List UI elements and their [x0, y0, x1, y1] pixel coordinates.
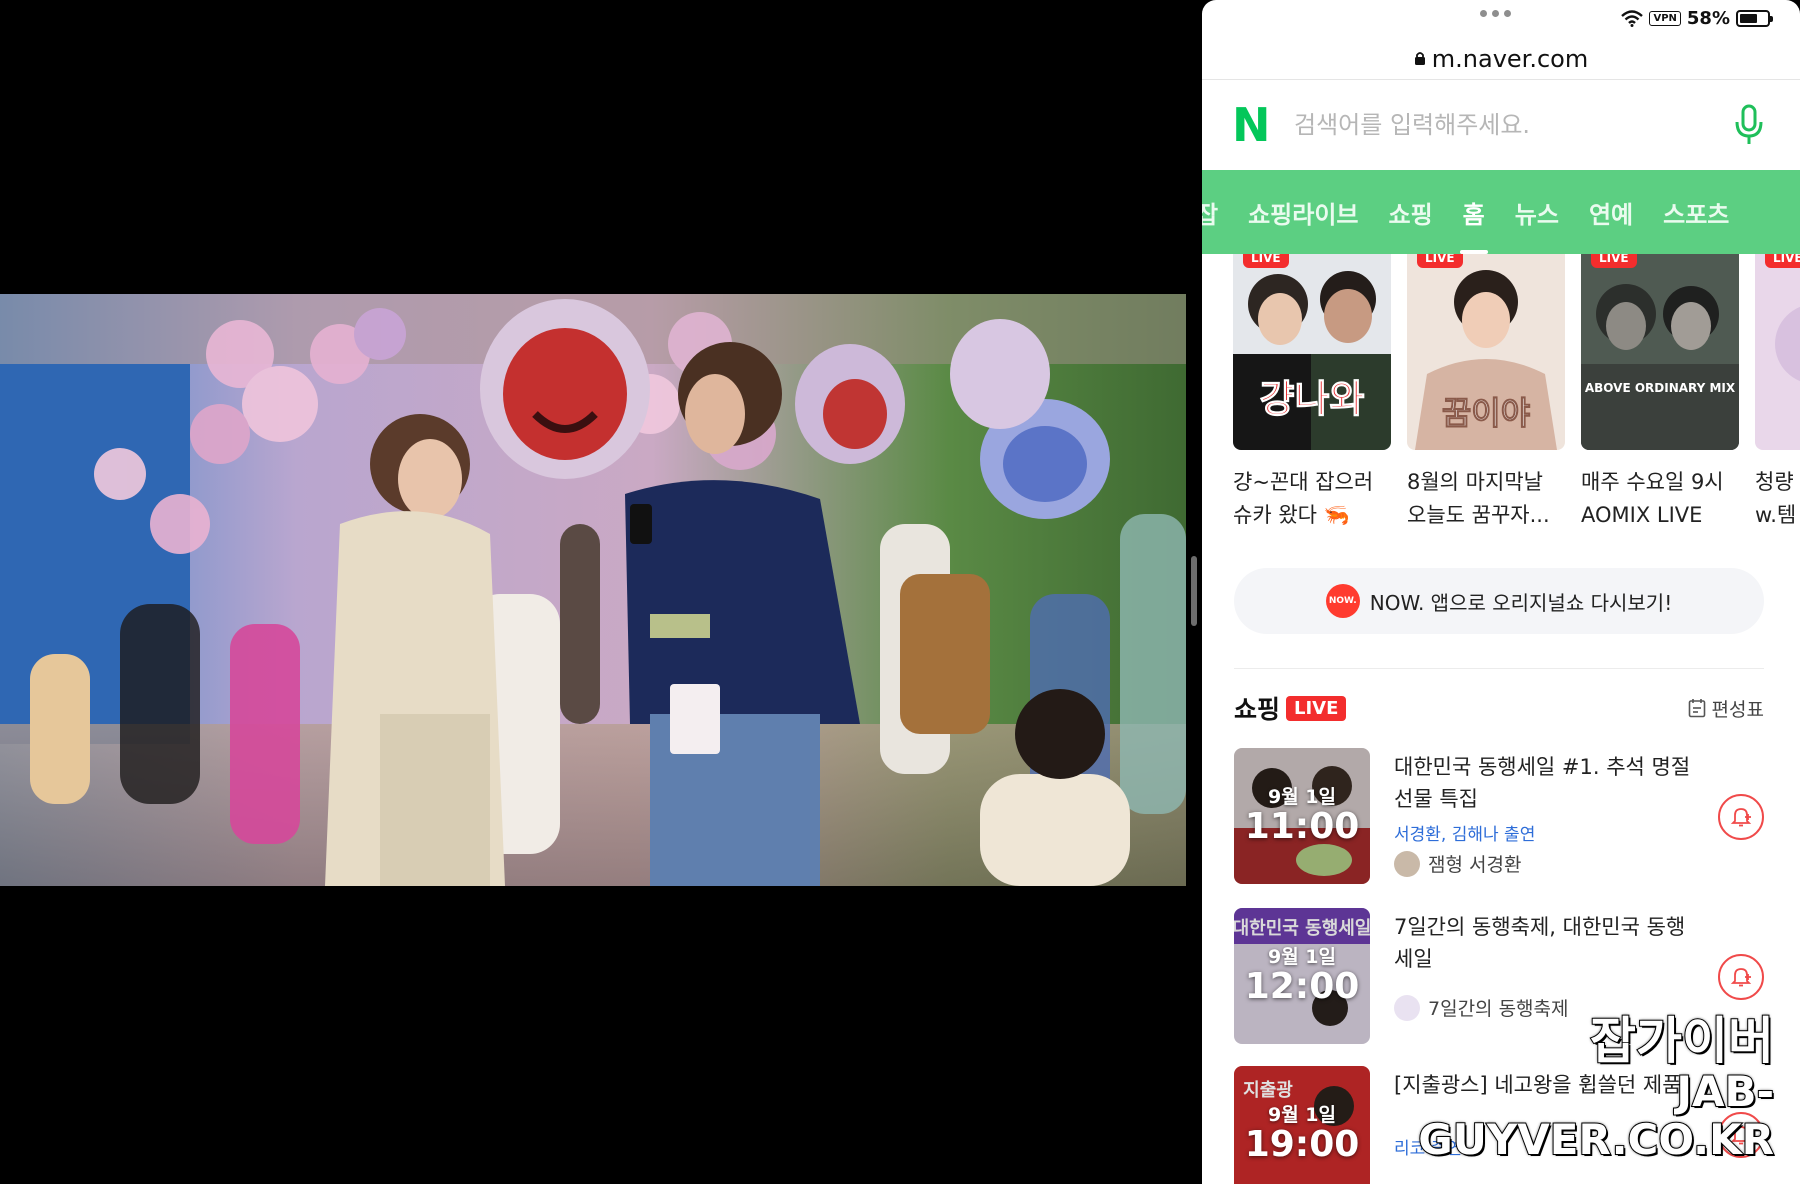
- thumb-title-text: 걍나와: [1260, 377, 1365, 421]
- naver-logo[interactable]: N: [1232, 98, 1284, 152]
- shopping-item-title: 대한민국 동행세일 #1. 추석 명절 선물 특집: [1394, 755, 1691, 811]
- tab-news[interactable]: 뉴스: [1500, 195, 1574, 230]
- now-banner-text: NOW. 앱으로 오리지널쇼 다시보기!: [1369, 590, 1673, 615]
- bell-plus-icon: [1730, 808, 1752, 827]
- broadcast-time: 11:00: [1244, 806, 1360, 847]
- schedule-label: 편성표: [1711, 698, 1764, 721]
- live-card[interactable]: 걍나와 LIVE 걍~꼰대 잡으러 슈카 왔다 🦐: [1233, 254, 1391, 531]
- now-logo-icon: NOW.: [1325, 584, 1360, 618]
- battery-icon: [1736, 10, 1773, 27]
- multitasking-menu-dots[interactable]: [1480, 10, 1511, 17]
- live-title: 걍~꼰대 잡으러 슈카 왔다 🦐: [1233, 466, 1391, 531]
- live-card[interactable]: ABOVE ORDINARY MIX LIVE 매주 수요일 9시 AOMIX …: [1581, 254, 1739, 531]
- tab-sports[interactable]: 스포츠: [1648, 195, 1744, 230]
- now-replay-banner[interactable]: NOW. NOW. 앱으로 오리지널쇼 다시보기!: [1234, 568, 1764, 634]
- address-bar[interactable]: m.naver.com: [1202, 38, 1800, 80]
- live-carousel: 걍나와 LIVE 걍~꼰대 잡으러 슈카 왔다 🦐 꿈이야 LIVE 8월의 마…: [1202, 254, 1800, 554]
- shopping-live-header: 쇼핑 LIVE 편성표: [1234, 690, 1764, 726]
- live-title-line: 청량: [1755, 470, 1794, 494]
- search-bar: N: [1202, 80, 1800, 170]
- shopping-section-title: 쇼핑: [1234, 695, 1281, 724]
- shopping-item-cast: 서경환, 김해나 출연: [1394, 825, 1536, 845]
- live-badge: LIVE: [1286, 695, 1347, 721]
- live-title: 청량 w.템: [1755, 466, 1800, 531]
- live-title-line: 매주 수요일 9시: [1581, 470, 1724, 494]
- live-badge: LIVE: [1591, 254, 1637, 268]
- notify-bell-button[interactable]: [1718, 794, 1764, 840]
- live-thumbnail: LIVE: [1755, 254, 1800, 450]
- category-tab-bar: 잡 쇼핑라이브 쇼핑 홈 뉴스 연예 스포츠: [1202, 170, 1800, 254]
- wifi-icon: [1621, 10, 1644, 27]
- bell-plus-icon: [1730, 968, 1752, 987]
- broadcast-date: 9월 1일: [1267, 786, 1336, 808]
- calendar-icon: [1688, 699, 1705, 718]
- live-title-line: 8월의 마지막날: [1407, 470, 1543, 494]
- lock-icon: [1414, 52, 1425, 65]
- tab-entertainment[interactable]: 연예: [1574, 195, 1648, 230]
- status-bar: VPN 58%: [1202, 0, 1800, 38]
- url-text: m.naver.com: [1431, 44, 1589, 73]
- battery-percent: 58%: [1686, 8, 1730, 29]
- live-title-line: w.템: [1755, 502, 1797, 527]
- tab-shopping-live[interactable]: 쇼핑라이브: [1233, 195, 1373, 230]
- channel-avatar: [1394, 850, 1420, 877]
- live-card[interactable]: 꿈이야 LIVE 8월의 마지막날 오늘도 꿈꾸자...: [1407, 254, 1565, 531]
- browser-pane: VPN 58% m.naver.com N 잡 쇼핑라이브 쇼핑 홈 뉴스 연예…: [1202, 0, 1800, 1184]
- shopping-thumbnail: 9월 1일 11:00: [1234, 748, 1370, 884]
- notify-bell-button[interactable]: [1718, 954, 1764, 1000]
- vpn-badge: VPN: [1649, 11, 1681, 26]
- live-thumbnail: 꿈이야 LIVE: [1407, 254, 1565, 450]
- live-badge: LIVE: [1243, 254, 1289, 268]
- status-indicators: VPN 58%: [1621, 8, 1773, 29]
- tab-home[interactable]: 홈: [1448, 195, 1500, 230]
- section-divider: [1234, 668, 1764, 669]
- thumb-title-text: 꿈이야: [1442, 394, 1530, 432]
- live-title-line: 걍~꼰대 잡으러: [1233, 470, 1374, 494]
- watermark: 잡가이버 JAB-GUYVER.CO.KR: [1334, 1012, 1775, 1165]
- schedule-link[interactable]: 편성표: [1688, 695, 1764, 722]
- live-badge: LIVE: [1417, 254, 1463, 268]
- live-title: 8월의 마지막날 오늘도 꿈꾸자...: [1407, 466, 1565, 531]
- search-input[interactable]: [1294, 111, 1714, 139]
- split-view-drag-handle[interactable]: [1191, 556, 1197, 626]
- tab-prev-cut[interactable]: 잡: [1202, 195, 1233, 230]
- broadcast-date: 9월 1일: [1267, 946, 1336, 968]
- emoji-icon: 🦐: [1323, 502, 1350, 527]
- video-pane[interactable]: [0, 0, 1186, 1184]
- live-badge: LIVE: [1765, 254, 1800, 268]
- watermark-korean: 잡가이버: [1589, 1012, 1775, 1070]
- watermark-english: JAB-GUYVER.CO.KR: [1417, 1066, 1775, 1165]
- thumb-title-text: ABOVE ORDINARY MIX: [1584, 382, 1736, 395]
- live-title-line: 슈카 왔다 🦐: [1233, 502, 1350, 527]
- live-thumbnail: ABOVE ORDINARY MIX LIVE: [1581, 254, 1739, 450]
- shopping-live-item[interactable]: 9월 1일 11:00 대한민국 동행세일 #1. 추석 명절 선물 특집 서경…: [1234, 748, 1764, 884]
- live-title: 매주 수요일 9시 AOMIX LIVE: [1581, 466, 1739, 531]
- shopping-item-title: 7일간의 동행축제, 대한민국 동행세일: [1394, 915, 1686, 971]
- live-title-line: 오늘도 꿈꾸자...: [1407, 502, 1550, 527]
- shopping-channel[interactable]: 잼형 서경환: [1394, 850, 1521, 877]
- video-still: [0, 294, 1186, 886]
- channel-name: 잼형 서경환: [1428, 854, 1522, 876]
- live-card[interactable]: LIVE 청량 w.템: [1755, 254, 1800, 531]
- microphone-icon[interactable]: [1734, 104, 1764, 146]
- video-frame[interactable]: [0, 294, 1186, 886]
- broadcast-time: 12:00: [1244, 966, 1360, 1007]
- tab-shopping[interactable]: 쇼핑: [1374, 195, 1448, 230]
- live-thumbnail: 걍나와 LIVE: [1233, 254, 1391, 450]
- live-title-line: AOMIX LIVE: [1581, 502, 1703, 527]
